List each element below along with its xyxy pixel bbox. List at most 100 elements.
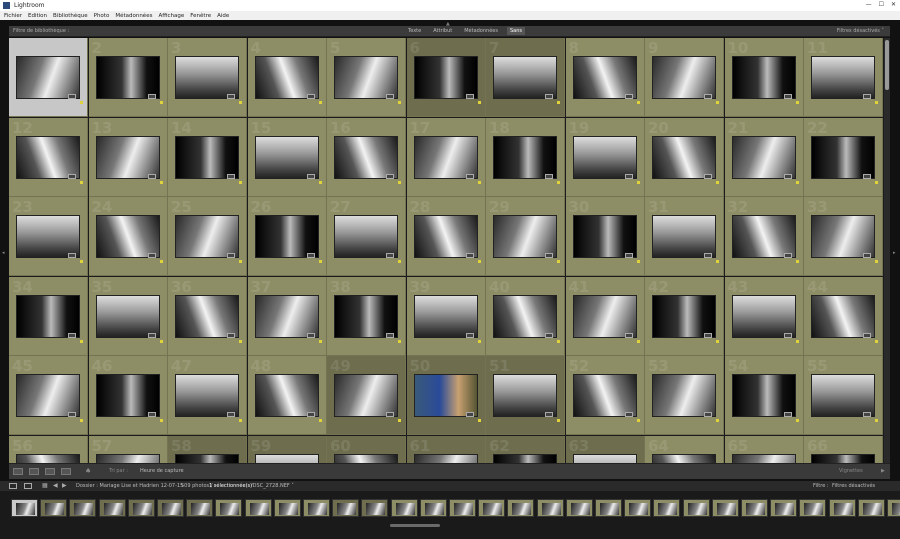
edit-badge-icon[interactable] <box>227 332 235 338</box>
edit-badge-icon[interactable] <box>386 94 394 99</box>
edit-badge-icon[interactable] <box>704 412 712 417</box>
photo-thumbnail[interactable] <box>16 215 80 258</box>
photo-grid-cell[interactable]: 51 <box>486 356 565 435</box>
edit-badge-icon[interactable] <box>783 332 792 338</box>
photo-grid-cell[interactable]: 3 <box>168 38 247 117</box>
photo-thumbnail[interactable] <box>16 56 80 99</box>
photo-thumbnail[interactable] <box>254 135 319 179</box>
edit-badge-icon[interactable] <box>783 253 792 258</box>
menu-fenetre[interactable]: Fenêtre <box>190 13 211 19</box>
filmstrip-filter-dropdown[interactable]: Filtres désactivés <box>832 483 875 489</box>
photo-grid-cell[interactable]: 50 <box>406 356 486 435</box>
filmstrip-thumb[interactable] <box>857 499 885 517</box>
edit-badge-icon[interactable] <box>386 173 394 179</box>
filmstrip-thumb[interactable] <box>770 499 798 517</box>
edit-badge-icon[interactable] <box>624 253 633 258</box>
photo-thumbnail[interactable] <box>731 56 796 99</box>
photo-grid-cell[interactable]: 11 <box>804 38 883 117</box>
edit-badge-icon[interactable] <box>306 332 315 338</box>
photo-grid-cell[interactable]: 19 <box>565 117 645 197</box>
edit-badge-icon[interactable] <box>306 253 315 258</box>
grid-shortcut-icon[interactable]: ▦ <box>42 482 48 489</box>
edit-badge-icon[interactable] <box>863 253 871 258</box>
filmstrip-thumb[interactable] <box>828 499 856 517</box>
filmstrip-thumb[interactable] <box>244 499 272 517</box>
filmstrip-thumb[interactable] <box>11 499 38 517</box>
photo-grid-cell[interactable]: 53 <box>645 356 724 435</box>
photo-thumbnail[interactable] <box>811 374 875 417</box>
photo-grid-cell[interactable]: 37 <box>247 276 327 356</box>
edit-badge-icon[interactable] <box>624 173 633 179</box>
edit-badge-icon[interactable] <box>863 332 871 338</box>
filmstrip-thumb[interactable] <box>711 499 739 517</box>
photo-thumbnail[interactable] <box>175 135 239 179</box>
edit-badge-icon[interactable] <box>863 412 871 417</box>
photo-thumbnail[interactable] <box>334 453 398 463</box>
filmstrip-thumb[interactable] <box>98 499 126 517</box>
filter-preset-dropdown[interactable]: Filtres désactivés ˅ <box>837 28 884 34</box>
filmstrip-thumb[interactable] <box>595 499 622 517</box>
photo-thumbnail[interactable] <box>731 215 796 258</box>
filmstrip-thumb[interactable] <box>624 499 652 517</box>
menu-edition[interactable]: Edition <box>28 13 47 19</box>
photo-thumbnail[interactable] <box>811 215 875 258</box>
photo-thumbnail[interactable] <box>95 215 160 258</box>
photo-thumbnail[interactable] <box>413 374 478 417</box>
photo-thumbnail[interactable] <box>493 135 557 179</box>
left-panel-toggle-icon[interactable]: ◂ <box>2 250 5 256</box>
filmstrip-thumb[interactable] <box>507 499 535 517</box>
photo-grid-cell[interactable]: 64 <box>645 435 724 463</box>
photo-grid-cell[interactable]: 6 <box>406 38 486 117</box>
photo-grid-cell[interactable]: 65 <box>724 435 804 463</box>
photo-grid-cell[interactable]: 63 <box>565 435 645 463</box>
minimize-button[interactable]: — <box>866 1 872 8</box>
photo-thumbnail[interactable] <box>652 294 716 338</box>
photo-grid-cell[interactable]: 16 <box>327 117 406 197</box>
prev-arrow-icon[interactable]: ◀ <box>53 482 58 489</box>
edit-badge-icon[interactable] <box>227 412 235 417</box>
filmstrip-thumb[interactable] <box>390 499 418 517</box>
photo-grid-cell[interactable]: 24 <box>88 197 168 276</box>
photo-thumbnail[interactable] <box>731 453 796 463</box>
edit-badge-icon[interactable] <box>465 173 474 179</box>
edit-badge-icon[interactable] <box>386 412 394 417</box>
photo-grid-cell[interactable]: 23 <box>9 197 88 276</box>
photo-thumbnail[interactable] <box>572 135 637 179</box>
filmstrip-thumb[interactable] <box>186 499 214 517</box>
photo-grid-cell[interactable]: 34 <box>9 276 88 356</box>
edit-badge-icon[interactable] <box>68 94 76 99</box>
photo-grid-cell[interactable]: 35 <box>88 276 168 356</box>
photo-grid-cell[interactable]: 47 <box>168 356 247 435</box>
filmstrip-thumb[interactable] <box>215 499 243 517</box>
grid-view-button[interactable] <box>13 468 23 475</box>
photo-grid-cell[interactable]: 12 <box>9 117 88 197</box>
photo-grid-cell[interactable]: 43 <box>724 276 804 356</box>
grid-scrollbar-thumb[interactable] <box>885 40 889 90</box>
menu-affichage[interactable]: Affichage <box>158 13 184 19</box>
photo-thumbnail[interactable] <box>652 453 716 463</box>
photo-grid-cell[interactable]: 15 <box>247 117 327 197</box>
photo-grid-cell[interactable]: 33 <box>804 197 883 276</box>
photo-grid-cell[interactable]: 39 <box>406 276 486 356</box>
edit-badge-icon[interactable] <box>147 332 156 338</box>
photo-thumbnail[interactable] <box>413 453 478 463</box>
photo-grid-cell[interactable]: 7 <box>486 38 565 117</box>
selected-filename[interactable]: /DSC_2728.NEF ˅ <box>251 483 294 489</box>
edit-badge-icon[interactable] <box>386 332 394 338</box>
photo-thumbnail[interactable] <box>95 294 160 338</box>
photo-grid-cell[interactable]: 29 <box>486 197 565 276</box>
photo-grid-cell[interactable]: 54 <box>724 356 804 435</box>
edit-badge-icon[interactable] <box>624 332 633 338</box>
filmstrip-thumb[interactable] <box>69 499 97 517</box>
filmstrip-thumb[interactable] <box>449 499 476 517</box>
compare-view-button[interactable] <box>45 468 55 475</box>
photo-thumbnail[interactable] <box>16 294 80 338</box>
photo-grid-cell[interactable]: 13 <box>88 117 168 197</box>
photo-thumbnail[interactable] <box>16 374 80 417</box>
photo-thumbnail[interactable] <box>413 56 478 99</box>
photo-thumbnail[interactable] <box>413 294 478 338</box>
edit-badge-icon[interactable] <box>306 94 315 99</box>
edit-badge-icon[interactable] <box>783 412 792 417</box>
menu-metadonnees[interactable]: Métadonnées <box>115 13 152 19</box>
edit-badge-icon[interactable] <box>704 332 712 338</box>
